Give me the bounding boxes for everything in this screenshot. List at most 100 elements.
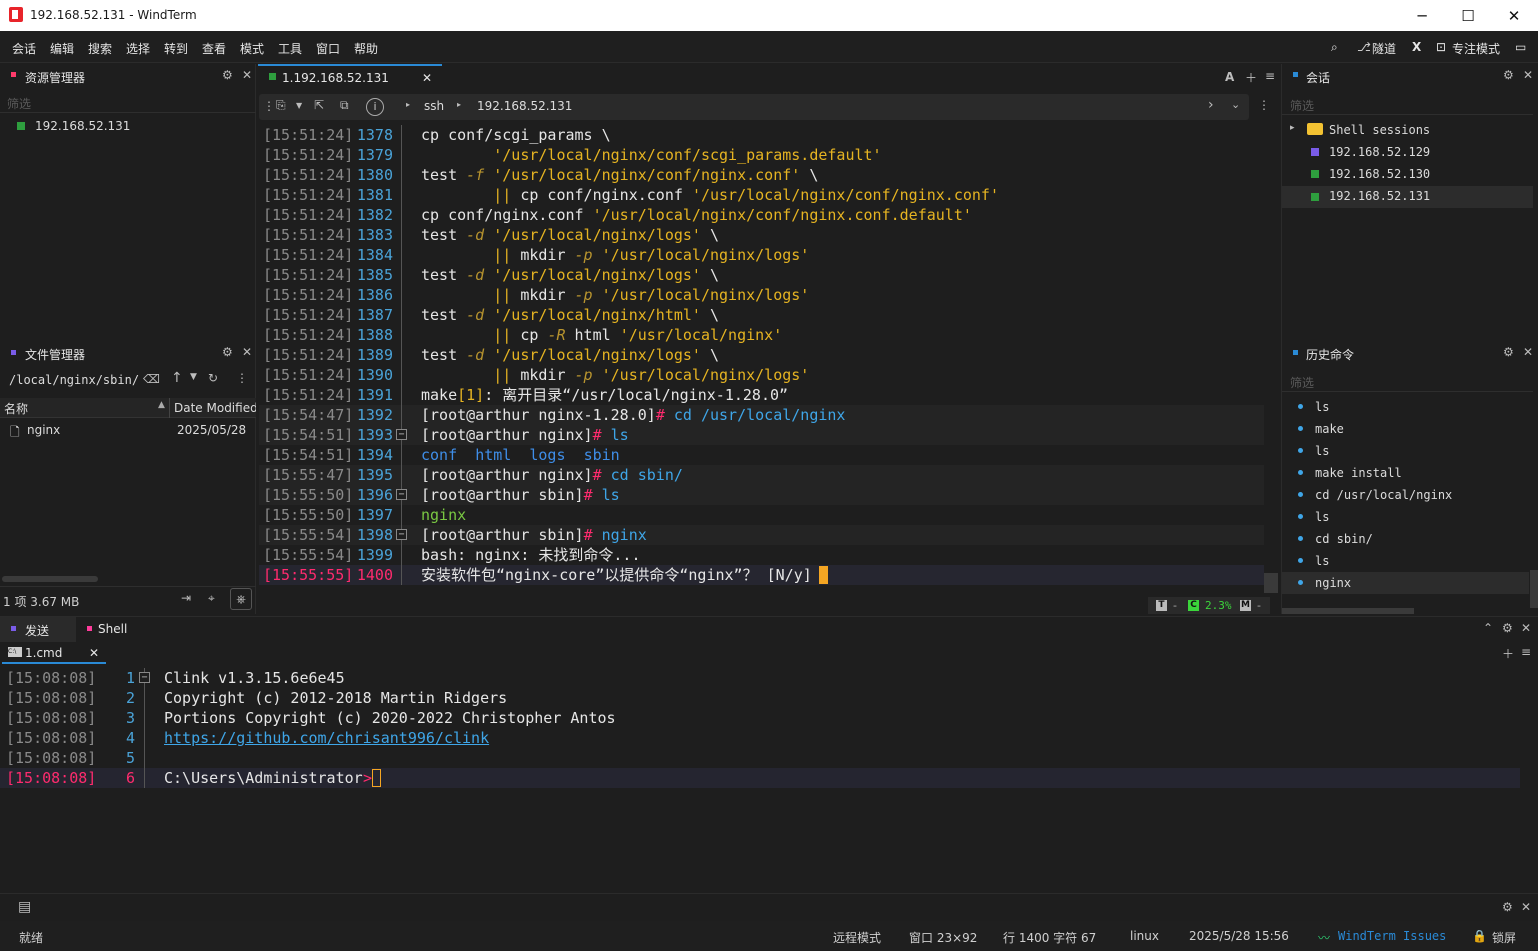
history-item[interactable]: make install — [1282, 462, 1529, 484]
fold-icon[interactable]: − — [396, 529, 407, 540]
gear-icon[interactable]: ⚙ — [222, 345, 233, 359]
history-item[interactable]: ls — [1282, 506, 1529, 528]
h-scrollbar[interactable] — [2, 576, 98, 582]
chevron-down-icon[interactable]: ⌄ — [1231, 98, 1240, 111]
clear-icon[interactable]: ⌫ — [143, 372, 160, 386]
fold-icon[interactable]: − — [396, 429, 407, 440]
refresh-icon[interactable]: ↻ — [208, 371, 218, 385]
v-scrollbar[interactable] — [1530, 570, 1538, 608]
history-item[interactable]: cd sbin/ — [1282, 528, 1529, 550]
expand-icon[interactable]: ▸ — [1290, 123, 1295, 133]
menu-tools[interactable]: 工具 — [278, 40, 302, 57]
focus-mode-button[interactable]: 专注模式 — [1452, 40, 1500, 57]
tab-a-button[interactable]: A — [1225, 70, 1234, 84]
menu-view[interactable]: 查看 — [202, 40, 226, 57]
gear-icon[interactable]: ⚙ — [1503, 68, 1514, 82]
subtab-close-icon[interactable]: ✕ — [89, 646, 99, 660]
info-icon[interactable]: i — [366, 98, 384, 116]
close-button[interactable]: ✕ — [1491, 0, 1537, 31]
close-icon[interactable]: ✕ — [1521, 621, 1531, 635]
minimize-button[interactable]: ─ — [1399, 0, 1445, 31]
doc-icon[interactable]: ▤ — [18, 899, 31, 915]
chevron-down-icon[interactable]: ▼ — [296, 101, 302, 110]
h-scrollbar[interactable] — [1282, 608, 1414, 614]
status-cursor-pos[interactable]: 行 1400 字符 67 — [1003, 929, 1096, 946]
fold-icon[interactable]: − — [396, 489, 407, 500]
gear-icon[interactable]: ⚙ — [1502, 900, 1513, 914]
history-item[interactable]: make — [1282, 418, 1529, 440]
line-text[interactable]: https://github.com/chrisant996/clink — [164, 728, 489, 748]
more-icon[interactable]: ⋮ — [236, 371, 248, 385]
sync-icon[interactable]: ⎈ — [230, 588, 252, 610]
goto-icon[interactable]: ⇥ — [181, 591, 191, 605]
menu-select[interactable]: 选择 — [126, 40, 150, 57]
v-scrollbar[interactable] — [1264, 573, 1278, 593]
menu-goto[interactable]: 转到 — [164, 40, 188, 57]
sessions-filter[interactable]: 筛选 — [1290, 97, 1314, 114]
new-tab-icon[interactable]: ＋ — [1502, 645, 1514, 662]
new-tab-icon[interactable]: ＋ — [1245, 69, 1257, 86]
terminal-output[interactable]: [15:51:24] 1378 cp conf/scgi_params \ [15:5… — [259, 125, 1264, 585]
up-arrow-icon[interactable]: ↑ — [171, 370, 183, 386]
tab-send[interactable]: 发送 — [0, 617, 76, 643]
menu-icon[interactable]: ≡ — [1265, 69, 1275, 83]
tunnel-button[interactable]: 隧道 — [1372, 40, 1396, 57]
search-icon[interactable]: ⌕ — [1331, 40, 1338, 55]
tab-close-icon[interactable]: ✕ — [422, 71, 432, 85]
maximize-button[interactable]: ☐ — [1445, 0, 1491, 31]
fold-icon[interactable]: − — [139, 672, 150, 683]
issues-link[interactable]: WindTerm Issues — [1338, 929, 1446, 943]
close-icon[interactable]: ✕ — [242, 68, 252, 82]
menu-edit[interactable]: 编辑 — [50, 40, 74, 57]
history-filter[interactable]: 筛选 — [1290, 374, 1314, 391]
menu-icon[interactable]: ≡ — [1521, 645, 1531, 659]
menu-mode[interactable]: 模式 — [240, 40, 264, 57]
history-item[interactable]: ls — [1282, 550, 1529, 572]
file-name[interactable]: nginx — [27, 423, 60, 437]
collapse-icon[interactable]: ⌃ — [1483, 621, 1493, 635]
explorer-item[interactable]: 192.168.52.131 — [35, 119, 130, 133]
history-item[interactable]: nginx — [1282, 572, 1529, 594]
history-item[interactable]: ls — [1282, 396, 1529, 418]
menu-session[interactable]: 会话 — [12, 40, 36, 57]
column-name[interactable]: 名称 — [4, 400, 28, 417]
new-session-icon[interactable]: ⎘ — [276, 98, 286, 113]
breadcrumb-host[interactable]: 192.168.52.131 — [477, 99, 572, 113]
line-number: 1379 — [356, 146, 393, 164]
explorer-filter[interactable]: 筛选 — [7, 95, 31, 112]
chevron-down-icon[interactable]: ▼ — [190, 372, 197, 382]
breadcrumb-protocol[interactable]: ssh — [424, 99, 444, 113]
layout-icon[interactable]: ▭ — [1515, 40, 1526, 54]
x-button[interactable]: X — [1412, 40, 1421, 54]
chevron-right-icon[interactable]: › — [1208, 97, 1214, 113]
more-icon[interactable]: ⋮ — [1258, 98, 1270, 112]
gear-icon[interactable]: ⚙ — [222, 68, 233, 82]
session-group[interactable]: Shell sessions — [1329, 123, 1430, 137]
tab-shell[interactable]: Shell — [76, 617, 166, 643]
path-input[interactable]: /local/nginx/sbin/ — [9, 373, 139, 387]
status-remote-mode[interactable]: 远程模式 — [833, 929, 881, 946]
menu-window[interactable]: 窗口 — [316, 40, 340, 57]
gear-icon[interactable]: ⚙ — [1503, 345, 1514, 359]
location-icon[interactable]: ⌖ — [208, 591, 215, 606]
session-item[interactable]: 192.168.52.129 — [1329, 145, 1430, 159]
shell-output[interactable]: [15:08:08] 1 Clink v1.3.15.6e6e45− [15:08:0… — [0, 665, 1538, 893]
open-icon[interactable]: ⇱ — [314, 98, 324, 112]
session-item[interactable]: 192.168.52.131 — [1329, 189, 1430, 203]
timestamp: [15:55:47] — [263, 466, 354, 484]
lock-screen-button[interactable]: 锁屏 — [1492, 929, 1516, 946]
gear-icon[interactable]: ⚙ — [1502, 621, 1513, 635]
close-icon[interactable]: ✕ — [1523, 345, 1533, 359]
duplicate-icon[interactable]: ⧉ — [340, 98, 349, 113]
subtab-cmd[interactable]: C:\ 1.cmd ✕ — [2, 642, 106, 664]
history-item[interactable]: ls — [1282, 440, 1529, 462]
history-item[interactable]: cd /usr/local/nginx — [1282, 484, 1529, 506]
close-icon[interactable]: ✕ — [1523, 68, 1533, 82]
menu-search[interactable]: 搜索 — [88, 40, 112, 57]
close-icon[interactable]: ✕ — [1521, 900, 1531, 914]
close-icon[interactable]: ✕ — [242, 345, 252, 359]
menu-help[interactable]: 帮助 — [354, 40, 378, 57]
column-date[interactable]: Date Modified — [174, 401, 256, 415]
session-item[interactable]: 192.168.52.130 — [1329, 167, 1430, 181]
tab-session[interactable]: 1.192.168.52.131 ✕ — [258, 64, 442, 92]
